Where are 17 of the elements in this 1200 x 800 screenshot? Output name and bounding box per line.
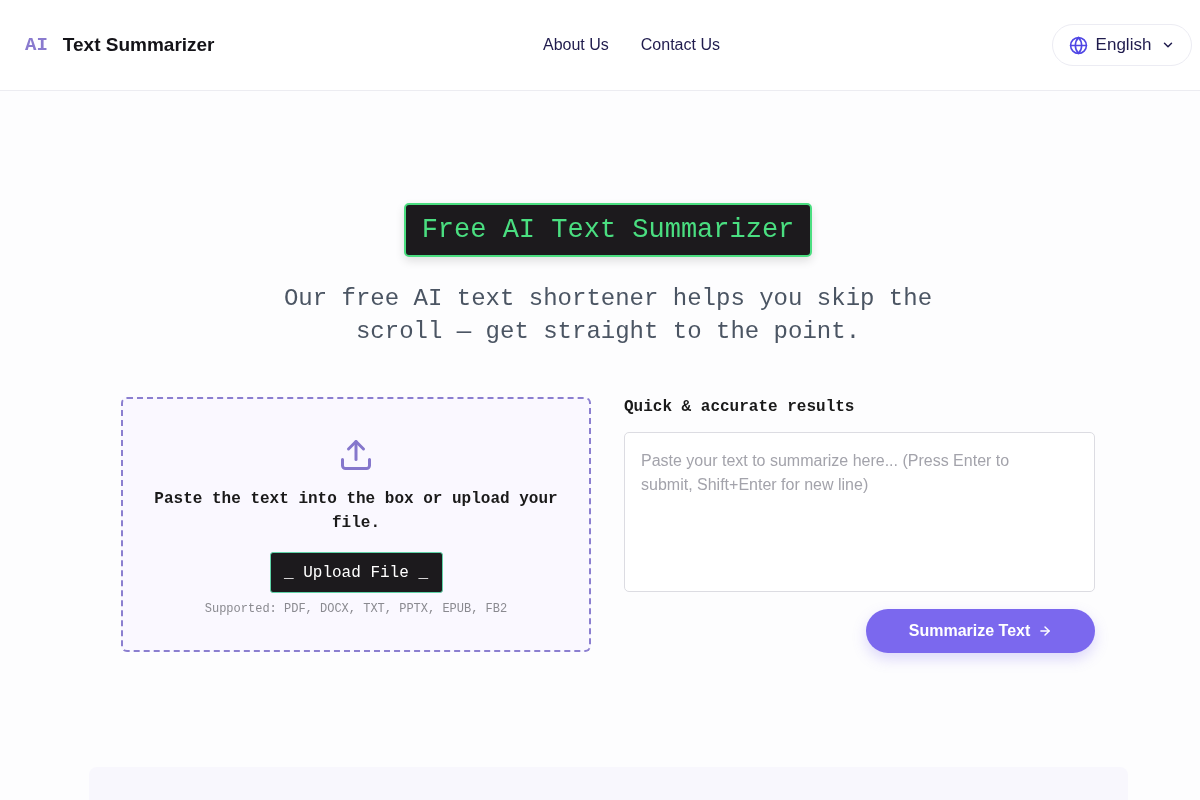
globe-icon	[1068, 35, 1088, 55]
text-input-field[interactable]: Paste your text to summarize here... (Press Enter to submit, Shift+Enter for new line)	[624, 432, 1095, 592]
upload-instruction: Paste the text into the box or upload your file.	[153, 489, 559, 534]
summarize-button[interactable]: Summarize Text	[866, 609, 1095, 653]
supported-formats: Supported: PDF, DOCX, TXT, PPTX, EPUB, FB2	[204, 601, 508, 617]
arrow-right-icon	[1038, 624, 1053, 638]
hero-subtitle: Our free AI text shortener helps you skip the scroll — get straight to the point.	[282, 284, 934, 347]
hero-title: Free AI Text Summarizer	[403, 203, 813, 257]
input-label: Quick & accurate results	[624, 397, 855, 417]
upload-icon	[338, 437, 374, 473]
logo-mark: AI	[25, 32, 48, 58]
site-title: Text Summarizer	[62, 32, 215, 57]
language-selector[interactable]: English	[1052, 24, 1192, 66]
upload-file-button[interactable]: _ Upload File _	[269, 552, 443, 593]
nav-link[interactable]: Contact Us	[640, 33, 720, 57]
file-drop-zone[interactable]: Paste the text into the box or upload your file. _ Upload File _ Supported: PDF, DOCX, TXT, PPTX, EPUB, FB2	[121, 397, 591, 652]
nav-link[interactable]: About Us	[543, 33, 609, 57]
